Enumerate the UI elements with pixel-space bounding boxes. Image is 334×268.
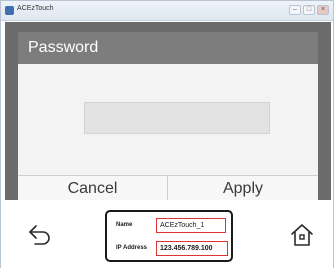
home-button[interactable] [289, 222, 315, 248]
screen-overlay: Password Cancel Apply [5, 22, 331, 201]
password-dialog: Password Cancel Apply [18, 32, 318, 201]
app-window: ACEzTouch – □ × Password Cancel Apply Na… [0, 0, 334, 268]
app-icon [5, 6, 14, 15]
ip-address-value: 123.456.789.100 [156, 241, 228, 256]
cancel-button[interactable]: Cancel [18, 176, 168, 201]
ip-address-label: IP Address [116, 245, 148, 251]
home-icon [291, 224, 313, 246]
back-arrow-icon [29, 225, 50, 245]
back-button[interactable] [27, 224, 53, 246]
title-bar[interactable]: ACEzTouch – □ × [1, 1, 333, 21]
bottom-bar: Name ACEzTouch_1 IP Address 123.456.789.… [1, 200, 333, 268]
dialog-button-row: Cancel Apply [18, 175, 318, 201]
minimize-button[interactable]: – [289, 5, 301, 15]
close-button[interactable]: × [317, 5, 329, 15]
device-info-panel: Name ACEzTouch_1 IP Address 123.456.789.… [105, 210, 233, 262]
password-input[interactable] [84, 102, 270, 134]
maximize-button[interactable]: □ [303, 5, 315, 15]
window-controls: – □ × [289, 5, 329, 17]
name-value: ACEzTouch_1 [156, 218, 226, 233]
window-title: ACEzTouch [17, 5, 54, 12]
apply-button[interactable]: Apply [168, 176, 318, 201]
dialog-title: Password [28, 39, 99, 56]
dialog-header: Password [18, 32, 318, 64]
name-label: Name [116, 222, 133, 228]
